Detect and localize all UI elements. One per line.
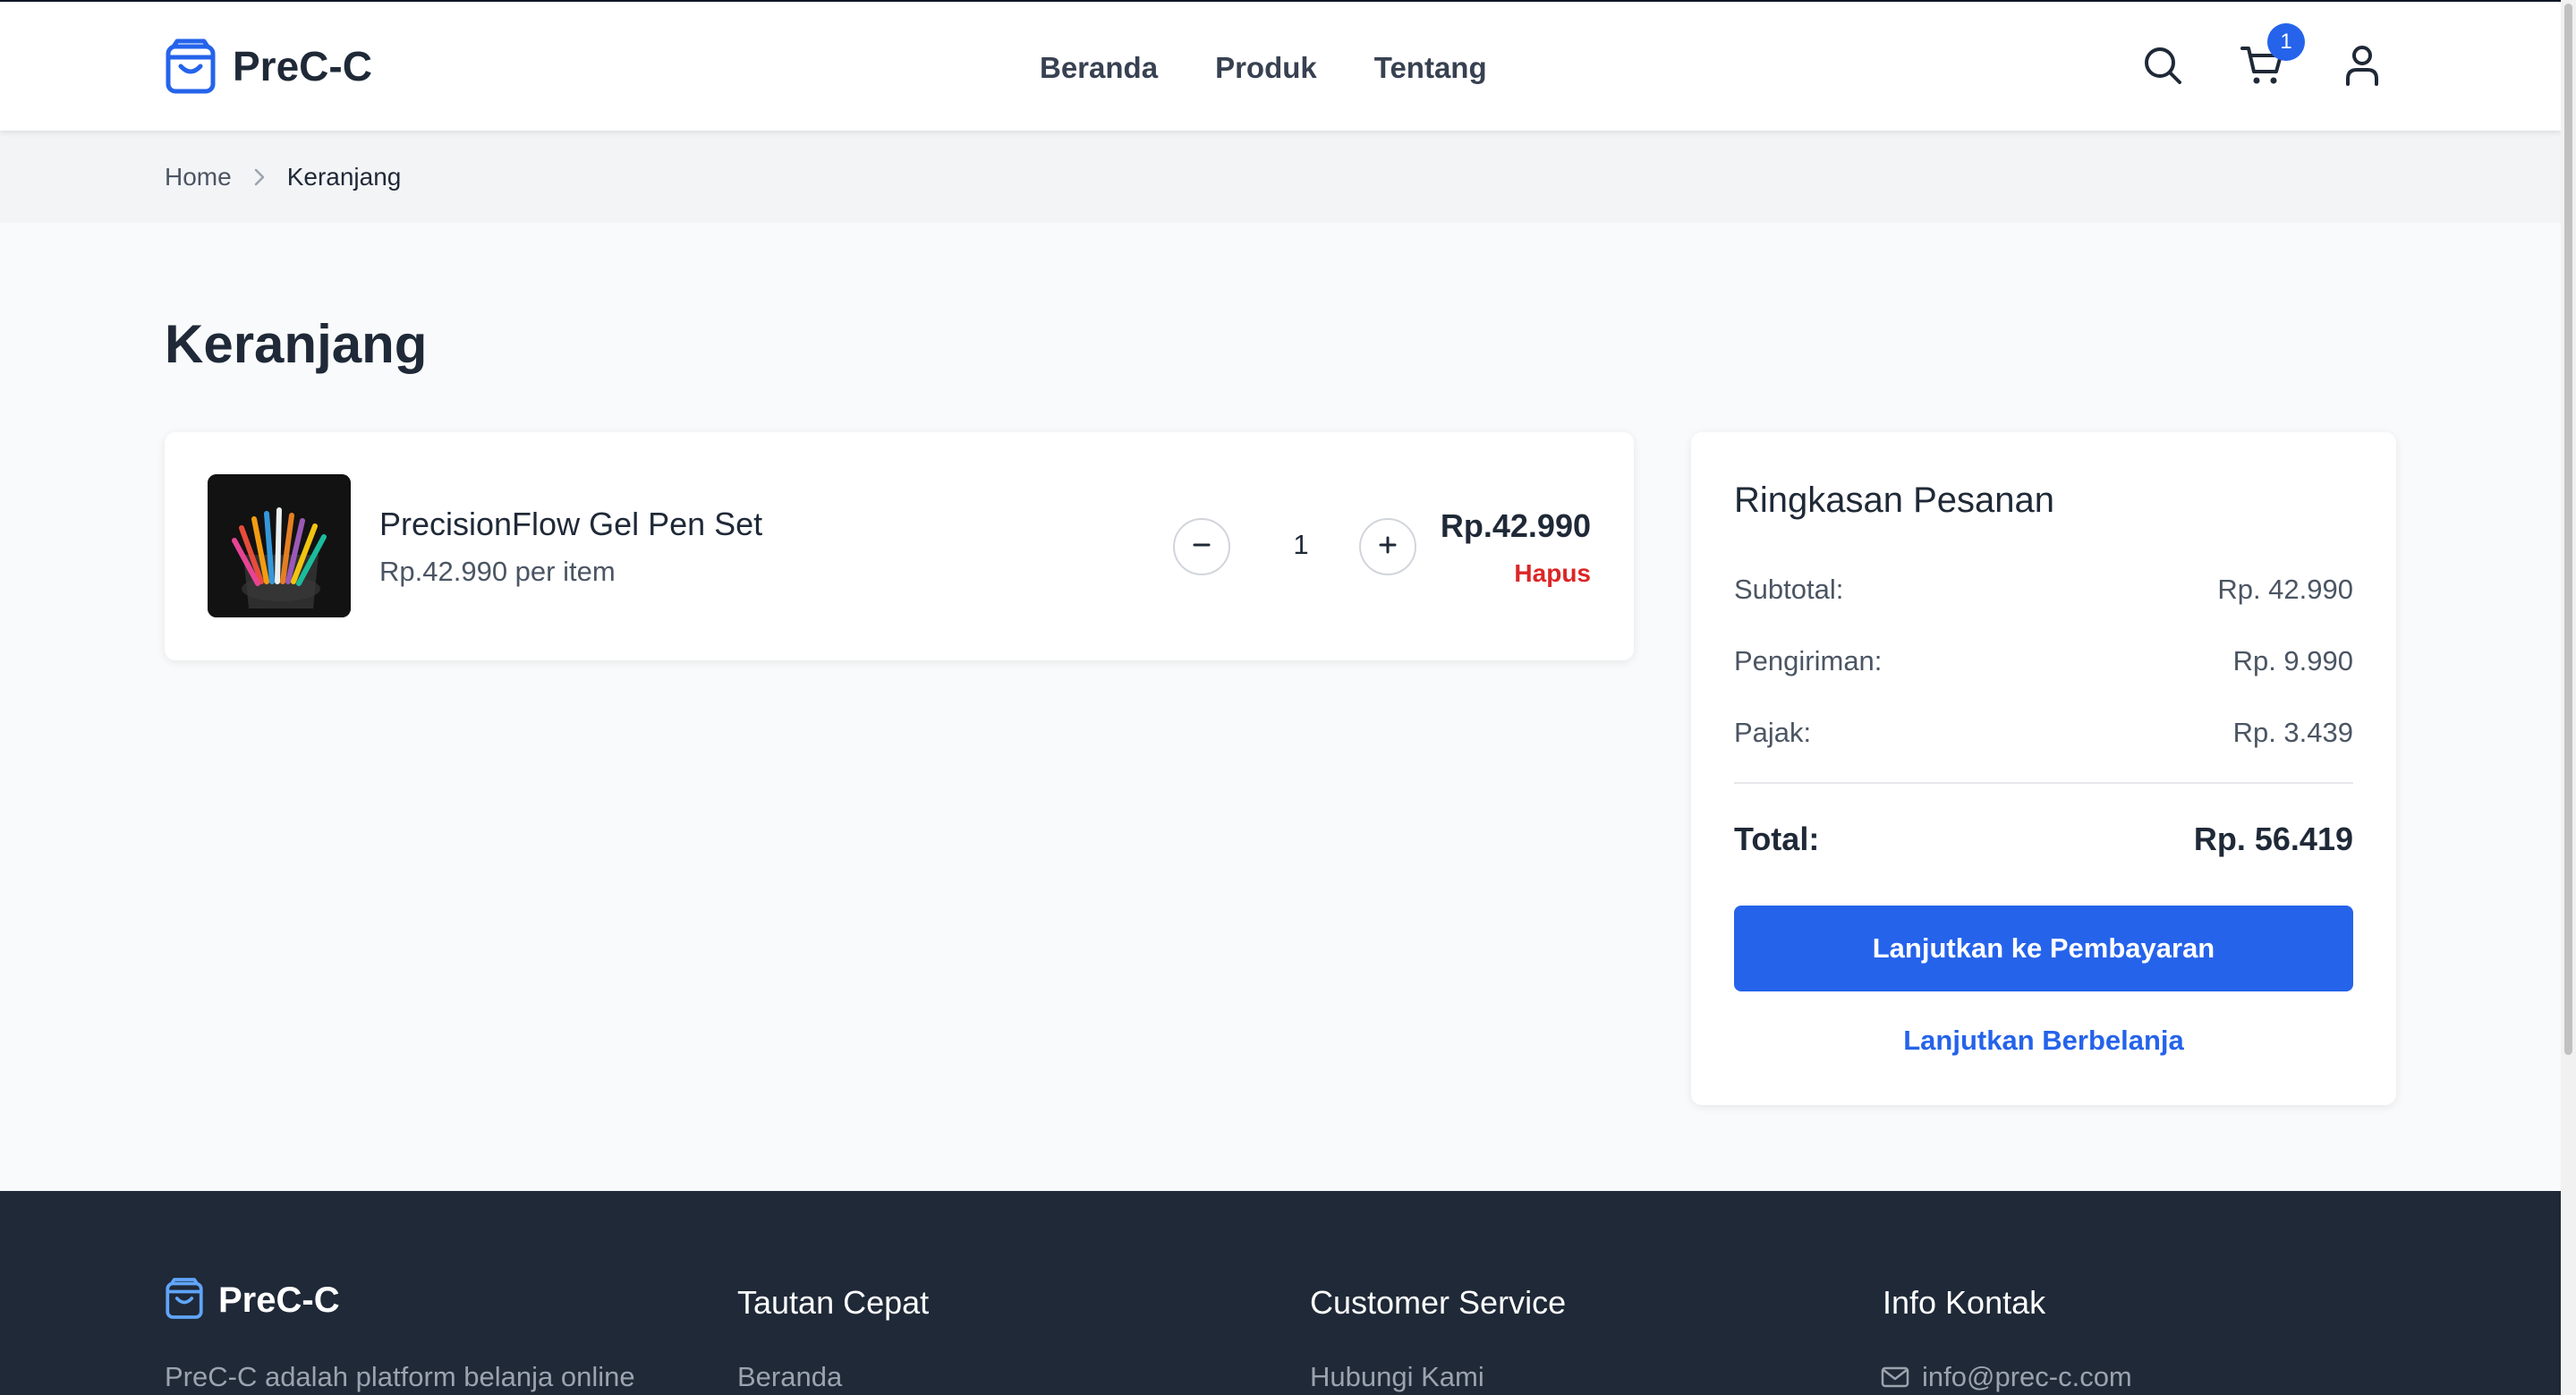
shopping-bag-icon [165, 38, 217, 95]
item-total-price: Rp.42.990 [1440, 507, 1591, 544]
minus-icon [1191, 534, 1212, 560]
summary-title: Ringkasan Pesanan [1734, 481, 2055, 520]
summary-value: Rp. 9.990 [2232, 645, 2353, 676]
summary-value: Rp. 42.990 [2217, 574, 2353, 605]
nav-beranda[interactable]: Beranda [1040, 51, 1158, 85]
summary-value: Rp. 3.439 [2232, 717, 2353, 748]
site-header: PreC-C Beranda Produk Tentang 1 [0, 2, 2561, 131]
footer-contact-email[interactable]: info@prec-c.com [1881, 1361, 2132, 1393]
summary-divider [1734, 782, 2353, 784]
nav-tentang[interactable]: Tentang [1374, 51, 1487, 85]
page: PreC-C Beranda Produk Tentang 1 Home Ker… [0, 0, 2561, 1395]
summary-label: Subtotal: [1734, 574, 1844, 605]
summary-total-row: Total: Rp. 56.419 [1734, 821, 2353, 858]
breadcrumb-current: Keranjang [286, 163, 402, 191]
total-label: Total: [1734, 821, 1820, 857]
mail-icon [1881, 1366, 1909, 1388]
decrease-quantity-button[interactable] [1173, 518, 1230, 575]
order-summary-card: Ringkasan Pesanan Subtotal: Rp. 42.990 P… [1691, 432, 2396, 1105]
breadcrumb: Home Keranjang [165, 163, 401, 191]
summary-row-tax: Pajak: Rp. 3.439 [1734, 717, 2353, 749]
checkout-button[interactable]: Lanjutkan ke Pembayaran [1734, 906, 2353, 991]
product-image[interactable] [208, 474, 351, 617]
chevron-right-icon [253, 167, 266, 187]
footer-heading-contact-info: Info Kontak [1883, 1284, 2046, 1321]
breadcrumb-home[interactable]: Home [165, 163, 232, 191]
footer-brand-name: PreC-C [218, 1280, 340, 1320]
main-nav: Beranda Produk Tentang [1040, 51, 1487, 85]
cart-count-badge: 1 [2267, 23, 2305, 61]
search-icon[interactable] [2142, 45, 2183, 86]
footer-description: PreC-C adalah platform belanja online [165, 1361, 635, 1392]
site-footer: PreC-C PreC-C adalah platform belanja on… [0, 1191, 2561, 1395]
continue-shopping-link[interactable]: Lanjutkan Berbelanja [1734, 1025, 2353, 1057]
cart-item-card: PrecisionFlow Gel Pen Set Rp.42.990 per … [165, 432, 1634, 660]
product-name[interactable]: PrecisionFlow Gel Pen Set [379, 506, 762, 543]
shopping-bag-icon [165, 1277, 204, 1324]
scrollbar-thumb[interactable] [2564, 4, 2572, 1055]
plus-icon [1377, 534, 1399, 560]
logo[interactable]: PreC-C [165, 38, 372, 95]
total-value: Rp. 56.419 [2193, 821, 2353, 857]
footer-heading-quick-links: Tautan Cepat [737, 1284, 930, 1321]
footer-email: info@prec-c.com [1922, 1361, 2132, 1392]
vertical-scrollbar[interactable] [2561, 0, 2576, 1395]
summary-row-shipping: Pengiriman: Rp. 9.990 [1734, 645, 2353, 677]
summary-label: Pajak: [1734, 717, 1812, 748]
footer-link-contact-us[interactable]: Hubungi Kami [1310, 1361, 1484, 1393]
breadcrumb-bar: Home Keranjang [0, 131, 2561, 223]
page-title: Keranjang [165, 314, 428, 374]
summary-row-subtotal: Subtotal: Rp. 42.990 [1734, 574, 2353, 606]
nav-produk[interactable]: Produk [1215, 51, 1317, 85]
footer-heading-customer-service: Customer Service [1310, 1284, 1567, 1321]
footer-link-beranda[interactable]: Beranda [737, 1361, 842, 1393]
increase-quantity-button[interactable] [1359, 518, 1416, 575]
summary-label: Pengiriman: [1734, 645, 1883, 676]
quantity-value: 1 [1293, 529, 1309, 560]
user-icon[interactable] [2344, 45, 2380, 86]
remove-item-button[interactable]: Hapus [1514, 559, 1591, 588]
brand-name: PreC-C [233, 43, 372, 89]
footer-logo[interactable]: PreC-C [165, 1277, 340, 1324]
product-unit-price: Rp.42.990 per item [379, 556, 616, 587]
